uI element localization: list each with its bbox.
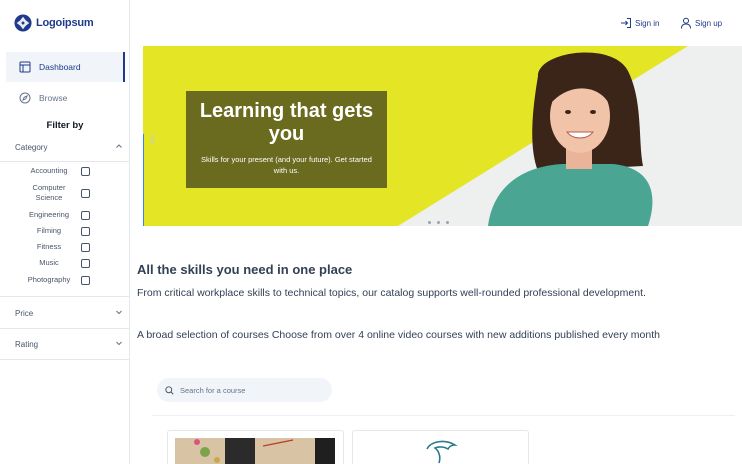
dolphin-icon — [426, 440, 458, 464]
sidebar-item-label: Dashboard — [39, 62, 81, 72]
hero-subtitle: Skills for your present (and your future… — [201, 155, 372, 175]
category-option-engineering[interactable]: Engineering — [0, 210, 90, 220]
filter-title: Filter by — [46, 120, 84, 131]
hero-edge — [143, 134, 144, 226]
category-option-label: Photography — [27, 275, 71, 284]
course-search[interactable] — [157, 378, 332, 402]
divider — [0, 296, 129, 297]
sign-up-label: Sign up — [695, 18, 723, 28]
category-option-accounting[interactable]: Accounting — [0, 166, 90, 176]
category-option-computer-science[interactable]: Computer Science — [0, 183, 90, 203]
dashboard-icon — [19, 61, 31, 73]
carousel-dot[interactable] — [437, 221, 440, 224]
category-option-fitness[interactable]: Fitness — [0, 242, 90, 252]
sign-in-link[interactable]: Sign in — [620, 17, 659, 29]
chevron-up-icon — [115, 142, 123, 152]
chevron-down-icon — [115, 308, 123, 318]
brand-logo[interactable]: Logoipsum — [14, 14, 94, 32]
category-option-label: Fitness — [36, 242, 62, 251]
course-thumbnail — [175, 438, 335, 464]
category-checkbox[interactable] — [81, 275, 90, 285]
divider — [0, 359, 129, 360]
search-input[interactable] — [180, 385, 320, 395]
section-description: From critical workplace skills to techni… — [137, 287, 646, 299]
category-option-filming[interactable]: Filming — [0, 226, 90, 236]
category-option-music[interactable]: Music — [0, 258, 90, 268]
carousel-dots — [428, 221, 449, 224]
filter-rating-label: Rating — [15, 339, 39, 349]
sidebar-item-browse[interactable]: Browse — [6, 83, 125, 113]
sidebar-item-dashboard[interactable]: Dashboard — [6, 52, 125, 82]
section-heading: All the skills you need in one place — [137, 262, 353, 277]
hero-card: Learning that gets you Skills for your p… — [186, 91, 387, 188]
chevron-left-icon[interactable]: ❮ — [149, 134, 157, 145]
filter-price-label: Price — [15, 308, 34, 318]
logo-icon — [14, 14, 32, 32]
category-option-label: Computer Science — [32, 183, 66, 202]
sign-up-link[interactable]: Sign up — [680, 17, 722, 29]
category-option-label: Engineering — [28, 210, 70, 219]
category-option-label: Music — [39, 258, 59, 267]
category-checkbox[interactable] — [81, 166, 90, 176]
filter-rating-toggle[interactable]: Rating — [0, 330, 129, 358]
carousel-dot[interactable] — [446, 221, 449, 224]
divider — [152, 415, 735, 416]
category-checkbox[interactable] — [81, 188, 90, 198]
category-option-photography[interactable]: Photography — [0, 275, 90, 285]
divider — [0, 328, 129, 329]
hero-title: Learning that gets you — [199, 100, 374, 145]
section-description-2: A broad selection of courses Choose from… — [137, 329, 660, 341]
sign-in-label: Sign in — [635, 18, 660, 28]
filter-category-label: Category — [15, 142, 48, 152]
user-icon — [681, 17, 691, 29]
chevron-down-icon — [115, 339, 123, 349]
hero-banner: ❮ Learning that gets you Skills for your… — [143, 46, 742, 226]
category-option-label: Filming — [36, 226, 62, 235]
sidebar-item-label: Browse — [39, 93, 68, 103]
search-icon — [165, 385, 174, 395]
brand-name: Logoipsum — [36, 17, 94, 29]
category-option-label: Accounting — [30, 166, 68, 175]
carousel-dot[interactable] — [428, 221, 431, 224]
category-checkbox[interactable] — [81, 226, 90, 236]
top-header: Sign in Sign up — [130, 0, 742, 46]
filter-category-toggle[interactable]: Category — [0, 133, 129, 161]
filter-price-toggle[interactable]: Price — [0, 299, 129, 327]
sidebar: Logoipsum Dashboard Browse Filter by Cat… — [0, 0, 130, 464]
course-card[interactable] — [167, 430, 344, 464]
sign-in-icon — [621, 18, 631, 28]
category-checkbox[interactable] — [81, 258, 90, 268]
course-card[interactable] — [352, 430, 529, 464]
divider — [0, 161, 129, 162]
category-checkbox[interactable] — [81, 210, 90, 220]
category-checkbox[interactable] — [81, 242, 90, 252]
compass-icon — [19, 92, 31, 104]
